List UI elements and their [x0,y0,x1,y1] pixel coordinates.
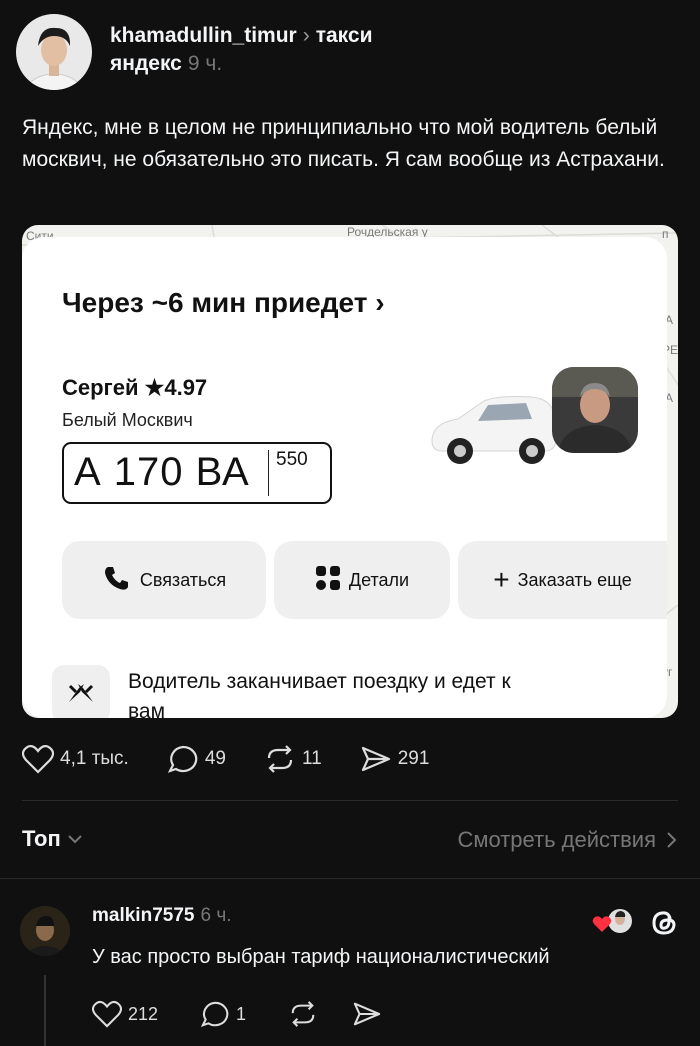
repost-icon [267,745,293,773]
driver-line: Сергей ★4.97 [62,375,207,401]
topic-tag[interactable]: такси [316,24,373,47]
eta-title[interactable]: Через ~6 мин приедет › [62,287,385,319]
plate-divider [268,450,269,496]
share-icon [353,1002,381,1026]
driver-name: Сергей [62,375,139,400]
ride-sheet: Через ~6 мин приедет › Сергей ★4.97 Белы… [22,237,667,718]
comment-count: 49 [204,748,226,769]
comment-header: malkin7575 6 ч. [92,905,232,927]
divider [22,800,678,801]
sort-label: Топ [22,826,61,851]
heart-icon [22,744,54,774]
chevron-right-icon [667,832,677,848]
post-actions: 4,1 тыс. 49 11 291 [22,744,429,774]
driver-rating: 4.97 [164,375,208,400]
chevron-down-icon [68,835,82,844]
repost-icon [291,1001,315,1027]
chevron-right-icon: › [375,287,385,318]
contact-label: Связаться [139,569,227,590]
car-image [431,396,557,464]
share-icon [361,746,390,772]
threads-logo-icon[interactable] [648,906,680,943]
author-username[interactable]: khamadullin_timur [110,24,297,47]
like-button[interactable]: 4,1 тыс. [22,744,129,774]
share-count: 291 [397,748,430,769]
share-button[interactable]: 291 [360,744,430,774]
details-label: Детали [348,569,410,590]
post-header: khamadullin_timur › такси [110,24,373,48]
repost-count: 11 [301,748,322,769]
comment-icon [167,745,198,773]
post-image[interactable]: Сити ск Рочдельская у п А РЕ А уз уг Чер… [22,225,678,718]
comment-reply-button[interactable]: 1 [200,1000,246,1028]
commenter-username[interactable]: malkin7575 [92,905,194,926]
comment-like-button[interactable]: 212 [92,1000,158,1028]
plate-number: А 170 ВА [74,450,250,494]
comment-actions: 212 1 [92,1000,382,1028]
status-notice: Водитель заканчивает поездку и едет к ва… [128,670,511,718]
order-more-label: Заказать еще [517,569,632,590]
phone-icon [102,563,132,598]
grid-icon [315,565,341,596]
sort-dropdown[interactable]: Топ [22,826,83,852]
topic-tag-line2[interactable]: яндекс [110,52,182,75]
comment-time: 6 ч. [200,905,232,926]
liked-by-author-badge [590,906,634,936]
thread-line [44,975,46,1046]
details-button[interactable]: Детали [274,541,450,619]
post-header-line2: яндекс 9 ч. [110,52,222,76]
view-activity-label: Смотреть действия [457,827,656,852]
post-text: Яндекс, мне в целом не принципиально что… [22,116,665,171]
author-avatar[interactable] [16,14,92,90]
comment-text: У вас просто выбран тариф националистиче… [92,946,550,968]
chevron-right-icon: › [302,24,310,47]
like-count: 4,1 тыс. [60,748,129,769]
comment-share-button[interactable] [352,1000,382,1028]
comment-reply-count: 1 [236,1003,247,1024]
comment-like-count: 212 [128,1003,159,1024]
comment-icon [200,1001,229,1027]
commenter-avatar[interactable] [20,906,70,956]
license-plate: А 170 ВА 550 [62,442,332,504]
heart-icon [92,1000,122,1028]
eta-text: Через ~6 мин приедет [62,287,368,318]
driver-photo[interactable] [552,367,638,453]
view-activity-link[interactable]: Смотреть действия [457,827,678,853]
map-label: п [662,227,669,241]
car-model: Белый Москвич [62,410,193,430]
post-time: 9 ч. [187,52,223,75]
plate-region: 550 [276,449,308,470]
repost-button[interactable]: 11 [264,744,322,774]
divider [0,878,700,879]
contact-button[interactable]: Связаться [62,541,266,619]
order-more-button[interactable]: + Заказать еще [458,541,667,619]
comment-repost-button[interactable] [288,1000,318,1028]
comment-button[interactable]: 49 [167,744,226,774]
flags-icon [52,665,110,718]
plus-icon: + [493,564,510,595]
star-icon: ★ [144,375,165,400]
